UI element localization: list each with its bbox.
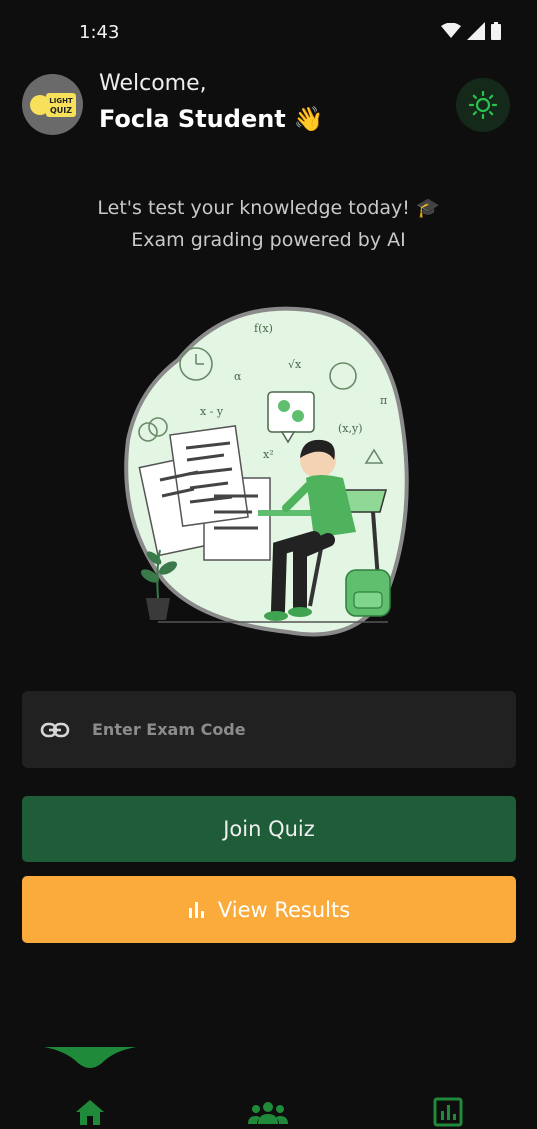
tagline-line-2: Exam grading powered by AI [131,229,406,251]
wifi-icon [441,23,461,38]
welcome-text: Welcome, [99,71,207,96]
bar-chart-box-icon [433,1097,463,1127]
status-bar: 1:43 [0,0,537,64]
backpack [345,569,391,617]
svg-text:f(x): f(x) [254,322,273,335]
user-name: Focla Student [99,105,286,133]
svg-text:x - y: x - y [200,405,224,418]
link-icon [40,722,70,737]
battery-icon [491,22,501,40]
exam-code-input[interactable] [92,720,492,739]
svg-text:(x,y): (x,y) [338,422,363,435]
nav-results[interactable] [428,1096,468,1128]
status-icons [441,22,501,40]
groups-icon [248,1102,288,1124]
app-logo-icon: LIGHT QUIZ [29,92,76,117]
home-icon [76,1100,104,1125]
active-tab-indicator [44,1047,136,1068]
tagline-line-1: Let's test your knowledge today! 🎓 [97,197,440,219]
tagline: Let's test your knowledge today! 🎓 Exam … [0,192,537,256]
svg-text:α: α [234,370,242,383]
bottom-nav [0,1040,537,1129]
join-quiz-button[interactable]: Join Quiz [22,796,516,862]
signal-icon [467,22,485,40]
sun-icon [468,90,498,120]
view-results-label: View Results [217,897,351,922]
student-exam-illustration: f(x) √x (x,y) x - y α π x² [124,306,409,637]
join-quiz-label: Join Quiz [223,817,315,841]
user-name-row: Focla Student 👋 [99,105,324,133]
svg-text:LIGHT: LIGHT [49,97,73,105]
exam-code-field[interactable] [22,691,516,768]
svg-text:√x: √x [288,358,302,371]
status-time: 1:43 [79,22,120,43]
svg-text:π: π [380,394,387,407]
theme-toggle-button[interactable] [456,78,510,132]
wave-emoji: 👋 [293,105,324,133]
nav-home[interactable] [70,1096,110,1128]
svg-text:QUIZ: QUIZ [49,106,71,115]
avatar[interactable]: LIGHT QUIZ [22,74,83,135]
svg-text:x²: x² [263,448,274,461]
view-results-button[interactable]: View Results [22,876,516,943]
header: LIGHT QUIZ Welcome, Focla Student 👋 [0,64,537,148]
bar-chart-icon [188,901,204,918]
nav-groups[interactable] [248,1096,288,1128]
